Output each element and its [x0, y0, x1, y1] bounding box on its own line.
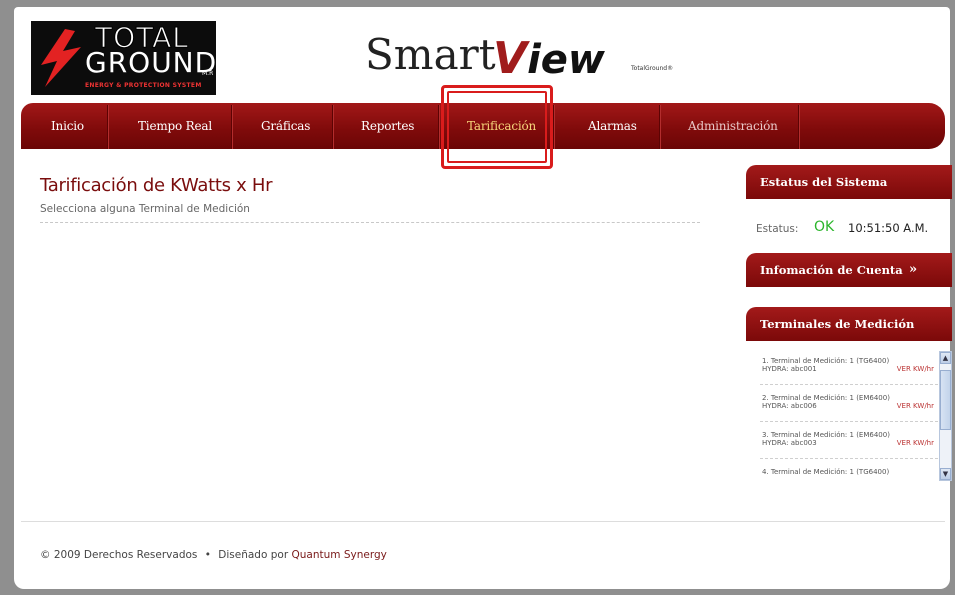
lightning-bolt-icon — [41, 29, 81, 87]
account-panel-heading[interactable]: Infomación de Cuenta » — [746, 253, 952, 287]
nav-inicio[interactable]: Inicio — [51, 103, 84, 149]
terminal-line2: HYDRA: abc006 — [762, 402, 817, 410]
nav-separator — [438, 105, 439, 149]
logo-mark: M.R — [202, 70, 214, 77]
logo-tagline: ENERGY & PROTECTION SYSTEM — [85, 82, 202, 89]
brand-view: View — [493, 35, 605, 84]
page: TOTAL GROUND M.R ENERGY & PROTECTION SYS… — [14, 7, 952, 589]
terminal-line1: 3. Terminal de Medición: 1 (EM6400) — [762, 431, 890, 439]
scroll-up-icon[interactable]: ▲ — [940, 352, 951, 364]
terminal-line2: HYDRA: abc001 — [762, 365, 817, 373]
page-title: Tarificación de KWatts x Hr — [40, 175, 273, 196]
totalground-logo[interactable]: TOTAL GROUND M.R ENERGY & PROTECTION SYS… — [31, 21, 216, 95]
ver-kwhr-link[interactable]: VER KW/hr — [897, 365, 934, 373]
footer-designed: Diseñado por — [218, 549, 289, 561]
account-heading-text: Infomación de Cuenta — [760, 263, 903, 277]
scroll-down-icon[interactable]: ▼ — [940, 468, 951, 480]
brand-smart: Smart — [365, 30, 496, 79]
nav-graficas[interactable]: Gráficas — [261, 103, 310, 149]
footer-company-link[interactable]: Quantum Synergy — [291, 549, 386, 561]
terminal-scrollbar[interactable]: ▲ ▼ — [939, 351, 952, 481]
terminal-item[interactable]: 4. Terminal de Medición: 1 (TG6400) — [760, 462, 938, 483]
nav-separator — [553, 105, 554, 149]
terminals-heading-text: Terminales de Medición — [760, 317, 915, 331]
ver-kwhr-link[interactable]: VER KW/hr — [897, 402, 934, 410]
status-value: OK — [814, 219, 835, 235]
nav-separator — [798, 105, 799, 149]
nav-administracion[interactable]: Administración — [688, 103, 778, 149]
terminal-line1: 4. Terminal de Medición: 1 (TG6400) — [762, 468, 890, 476]
nav-reportes[interactable]: Reportes — [361, 103, 414, 149]
brand-view-v-icon: V — [493, 33, 528, 84]
double-chevron-down-icon[interactable]: » — [909, 253, 917, 287]
scroll-thumb[interactable] — [940, 370, 951, 430]
footer: © 2009 Derechos Reservados • Diseñado po… — [40, 549, 387, 561]
nav-separator — [107, 105, 108, 149]
brand-sub: TotalGround® — [631, 65, 674, 72]
terminals-panel-heading: Terminales de Medición — [746, 307, 952, 341]
terminal-list[interactable]: 1. Terminal de Medición: 1 (TG6400) HYDR… — [760, 351, 952, 483]
main-nav: Inicio Tiempo Real Gráficas Reportes Tar… — [21, 103, 945, 149]
status-panel-heading: Estatus del Sistema — [746, 165, 952, 199]
terminal-line1: 1. Terminal de Medición: 1 (TG6400) — [762, 357, 890, 365]
terminal-line1: 2. Terminal de Medición: 1 (EM6400) — [762, 394, 890, 402]
terminal-item[interactable]: 1. Terminal de Medición: 1 (TG6400) HYDR… — [760, 351, 938, 385]
footer-copyright: © 2009 Derechos Reservados — [40, 549, 198, 561]
ver-kwhr-link[interactable]: VER KW/hr — [897, 439, 934, 447]
brand-view-text: iew — [527, 37, 605, 83]
logo-line2: GROUND — [85, 46, 218, 79]
divider — [40, 222, 700, 223]
footer-bullet: • — [204, 549, 211, 561]
nav-alarmas[interactable]: Alarmas — [588, 103, 637, 149]
terminal-line2: HYDRA: abc003 — [762, 439, 817, 447]
status-label: Estatus: — [756, 223, 799, 235]
nav-tiempo-real[interactable]: Tiempo Real — [138, 103, 212, 149]
status-time: 10:51:50 A.M. — [848, 221, 929, 235]
terminal-item[interactable]: 2. Terminal de Medición: 1 (EM6400) HYDR… — [760, 388, 938, 422]
footer-divider — [21, 521, 945, 522]
terminal-item[interactable]: 3. Terminal de Medición: 1 (EM6400) HYDR… — [760, 425, 938, 459]
nav-separator — [659, 105, 660, 149]
nav-separator — [231, 105, 232, 149]
page-subtitle: Selecciona alguna Terminal de Medición — [40, 203, 250, 215]
status-heading-text: Estatus del Sistema — [760, 175, 888, 189]
nav-separator — [332, 105, 333, 149]
nav-tarificacion[interactable]: Tarificación — [467, 103, 536, 149]
